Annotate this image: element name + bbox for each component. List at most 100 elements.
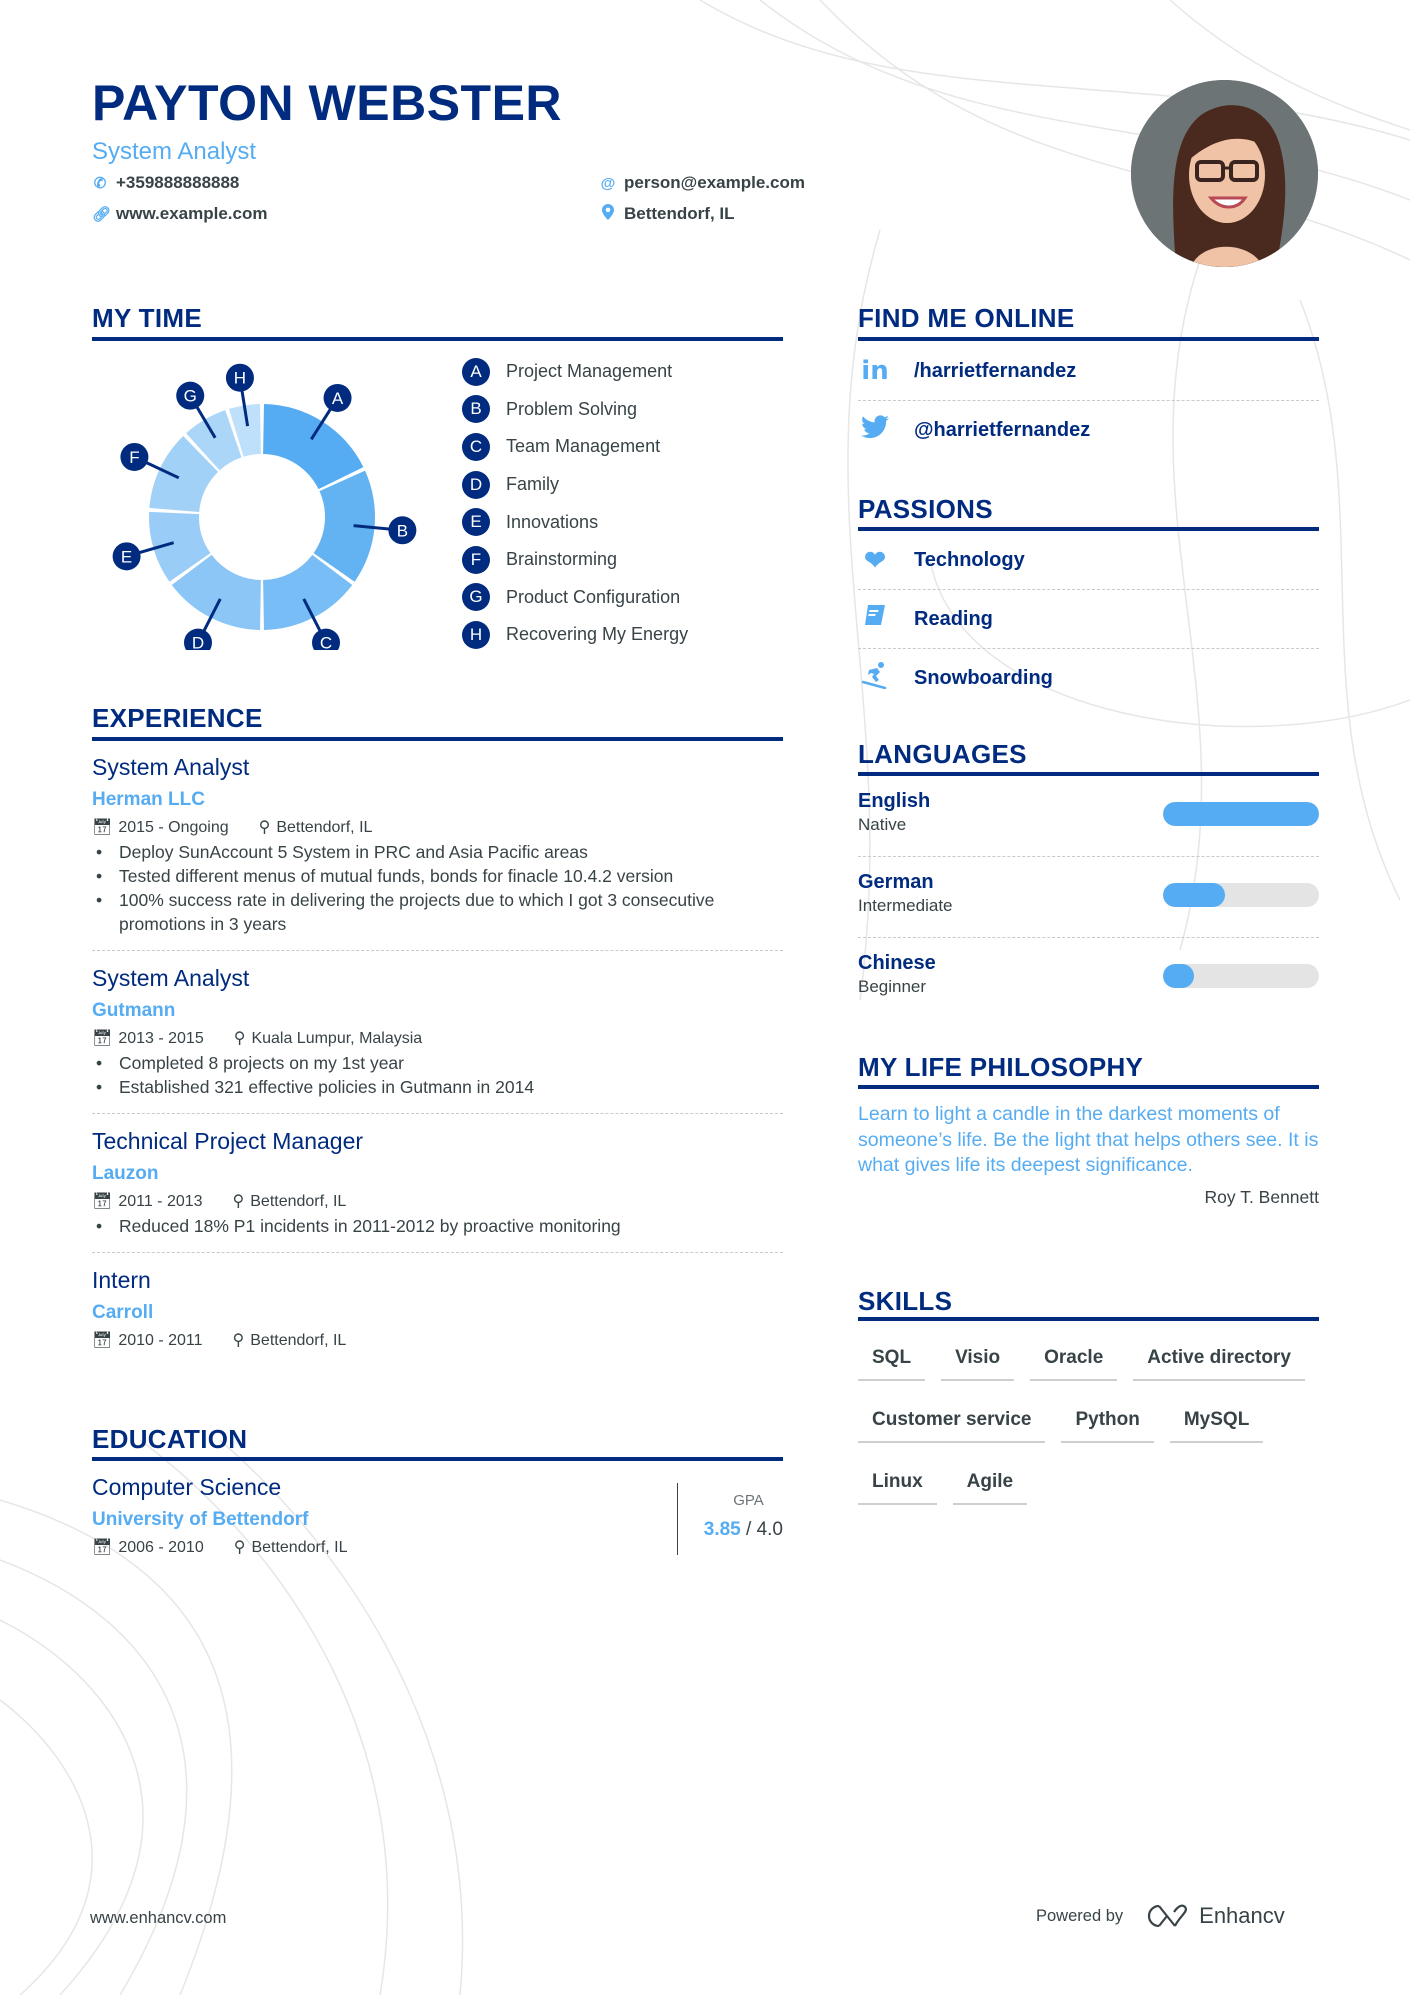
footer-website[interactable]: www.enhancv.com <box>90 1909 226 1928</box>
language-proficiency-fill <box>1163 964 1195 988</box>
job-bullet: Established 321 effective policies in Gu… <box>92 1075 783 1099</box>
skill-tag: Python <box>1061 1403 1154 1443</box>
twitter-icon <box>858 414 892 446</box>
location-text: Bettendorf, IL <box>624 204 735 223</box>
donut-label-e: E <box>121 547 132 566</box>
online-item-twitter[interactable]: @harrietfernandez <box>858 401 1319 459</box>
legend-badge: E <box>462 508 490 537</box>
job-meta: 📅︎ 2010 - 2011 ⚲ Bettendorf, IL <box>92 1330 783 1350</box>
legend-badge: D <box>462 470 490 499</box>
experience-entry: Intern Carroll 📅︎ 2010 - 2011 ⚲ Bettendorf… <box>92 1253 783 1350</box>
legend-item: H Recovering My Energy <box>462 616 688 654</box>
legend-label: Project Management <box>506 361 673 382</box>
job-meta: 📅︎ 2015 - Ongoing ⚲ Bettendorf, IL <box>92 817 783 837</box>
language-proficiency-bar <box>1163 964 1319 988</box>
calendar-icon: 📅︎ <box>92 1193 113 1210</box>
location-pin-icon: ⚲ <box>258 819 271 836</box>
education-dates: 2006 - 2010 <box>118 1539 204 1556</box>
language-proficiency-fill <box>1163 802 1319 826</box>
powered-by-label: Powered by <box>1036 1906 1124 1925</box>
legend-badge: C <box>462 432 490 461</box>
calendar-icon: 📅︎ <box>92 1539 113 1556</box>
experience-list: System Analyst Herman LLC 📅︎ 2015 - Ongoi… <box>92 754 783 1350</box>
skills-list: SQL Visio Oracle Active directory Custom… <box>858 1341 1320 1505</box>
location-pin-icon <box>600 204 616 224</box>
donut-slice-a <box>263 404 364 490</box>
online-item-linkedin[interactable]: in /harrietfernandez <box>858 342 1319 400</box>
passion-label: Snowboarding <box>914 666 1053 689</box>
snowboarding-icon <box>858 661 892 696</box>
job-bullets: Completed 8 projects on my 1st year Esta… <box>92 1051 783 1099</box>
job-dates: 2013 - 2015 <box>118 1030 204 1047</box>
legend-item: B Problem Solving <box>462 391 688 429</box>
legend-item: G Product Configuration <box>462 579 688 617</box>
profile-photo <box>1131 80 1318 267</box>
company-name: Gutmann <box>92 1000 176 1021</box>
education-heading: EDUCATION <box>92 1424 248 1454</box>
skill-tag: Visio <box>941 1341 1015 1381</box>
skill-tag: Linux <box>858 1465 937 1505</box>
experience-heading: EXPERIENCE <box>92 703 263 733</box>
job-bullet: Tested different menus of mutual funds, … <box>92 864 783 888</box>
my-time-heading: MY TIME <box>92 303 202 333</box>
legend-item: F Brainstorming <box>462 541 688 579</box>
legend-badge: F <box>462 545 490 574</box>
calendar-icon: 📅︎ <box>92 819 113 836</box>
linkedin-icon: in <box>861 356 889 386</box>
enhancv-logo[interactable]: Enhancv <box>1145 1903 1285 1929</box>
job-dates: 2011 - 2013 <box>118 1193 203 1210</box>
job-bullet: Deploy SunAccount 5 System in PRC and As… <box>92 840 783 864</box>
phone-number[interactable]: +359888888888 <box>116 173 239 193</box>
legend-badge: B <box>462 395 490 424</box>
location-pin-icon: ⚲ <box>232 1193 245 1210</box>
company-name: Lauzon <box>92 1163 159 1184</box>
skill-tag: SQL <box>858 1341 926 1381</box>
philosophy-author: Roy T. Bennett <box>1204 1186 1319 1207</box>
languages-rule <box>858 772 1319 776</box>
gpa-value-row: 3.85 / 4.0 <box>700 1519 783 1541</box>
experience-entry: Technical Project Manager Lauzon 📅︎ 2011 … <box>92 1114 783 1252</box>
legend-item: D Family <box>462 466 688 504</box>
legend-label: Recovering My Energy <box>506 624 689 645</box>
legend-label: Team Management <box>506 436 661 457</box>
job-bullets: Reduced 18% P1 incidents in 2011-2012 by… <box>92 1214 783 1238</box>
email-contact: @ person@example.com <box>600 173 805 193</box>
job-dates: 2010 - 2011 <box>118 1332 203 1349</box>
my-time-rule <box>92 337 783 341</box>
education-location: Bettendorf, IL <box>251 1539 348 1556</box>
divider <box>858 856 1319 857</box>
calendar-icon: 📅︎ <box>92 1030 113 1047</box>
language-item: German Intermediate <box>858 871 1319 937</box>
job-bullet: Completed 8 projects on my 1st year <box>92 1051 783 1075</box>
company-name: Herman LLC <box>92 789 205 810</box>
passion-label: Reading <box>914 607 993 630</box>
divider <box>858 937 1319 938</box>
company-name: Carroll <box>92 1302 154 1323</box>
job-meta: 📅︎ 2011 - 2013 ⚲ Bettendorf, IL <box>92 1191 783 1211</box>
legend-badge: H <box>462 620 490 649</box>
experience-entry: System Analyst Herman LLC 📅︎ 2015 - Ongoi… <box>92 754 783 950</box>
skill-tag: Customer service <box>858 1403 1046 1443</box>
linkedin-handle[interactable]: /harrietfernandez <box>914 360 1076 383</box>
phone-icon: ✆ <box>93 175 107 192</box>
legend-label: Family <box>506 474 559 495</box>
philosophy-quote: Learn to light a candle in the darkest m… <box>858 1103 1319 1176</box>
twitter-handle[interactable]: @harrietfernandez <box>914 419 1090 442</box>
donut-label-c: C <box>320 634 332 650</box>
website-link[interactable]: www.example.com <box>116 204 267 224</box>
language-item: English Native <box>858 790 1319 856</box>
skill-tag: Active directory <box>1133 1341 1305 1381</box>
brand-name: Enhancv <box>1199 1903 1285 1928</box>
passion-label: Technology <box>914 548 1025 571</box>
job-dates: 2015 - Ongoing <box>118 819 229 836</box>
job-bullets: Deploy SunAccount 5 System in PRC and As… <box>92 840 783 936</box>
email-link[interactable]: person@example.com <box>624 173 805 193</box>
legend-item: E Innovations <box>462 503 688 541</box>
find-me-online-rule <box>858 337 1319 341</box>
legend-badge: A <box>462 357 490 386</box>
passions-heading: PASSIONS <box>858 494 993 524</box>
legend-item: A Project Management <box>462 353 688 391</box>
education-meta: 📅︎ 2006 - 2010 ⚲ Bettendorf, IL <box>92 1537 652 1557</box>
job-location: Bettendorf, IL <box>250 1332 347 1349</box>
my-time-donut-chart: A B C D E F G H <box>112 363 417 650</box>
